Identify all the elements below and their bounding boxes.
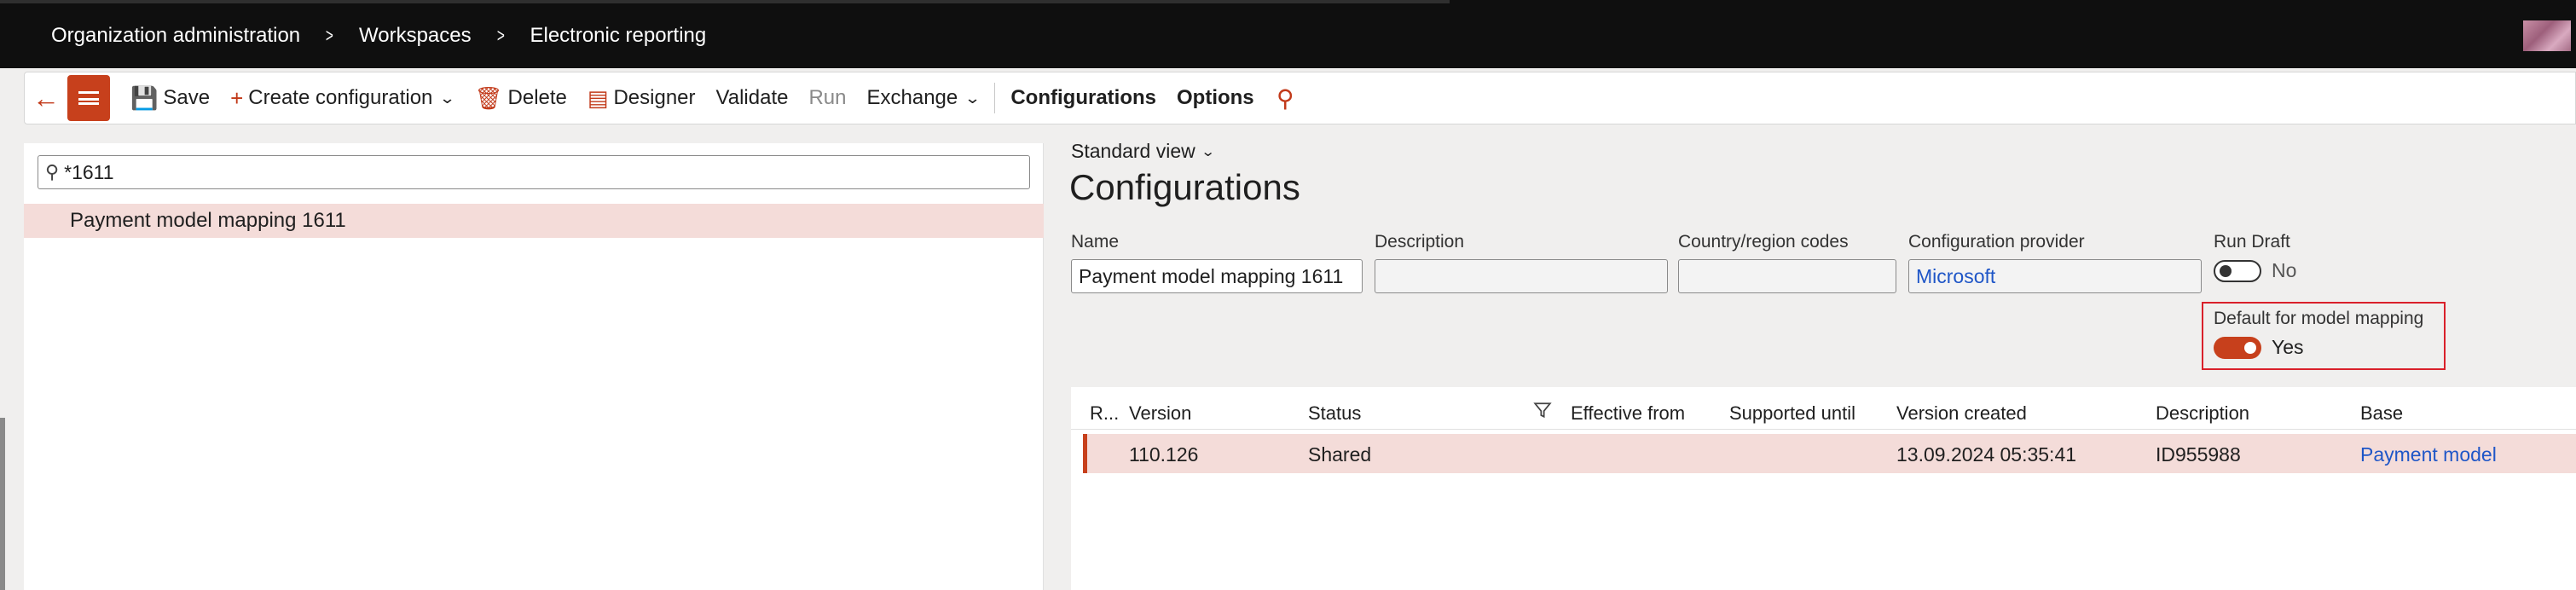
run-draft-toggle[interactable]	[2214, 259, 2261, 282]
run-button[interactable]: Run	[798, 74, 856, 122]
versions-grid-header: R... Version Status Effective from Suppo…	[1071, 396, 2576, 430]
breadcrumb-item-organization-administration[interactable]: Organization administration	[51, 24, 300, 48]
save-label: Save	[163, 86, 211, 109]
delete-button[interactable]: 🗑 Delete	[465, 74, 577, 122]
action-pane: ← 💾 Save + Create configuration ⌄ 🗑 Dele…	[24, 72, 2576, 124]
description-field: Description	[1375, 232, 1668, 293]
column-header-status[interactable]: Status	[1308, 402, 1361, 425]
delete-label: Delete	[507, 86, 567, 109]
trash-icon: 🗑	[474, 84, 503, 111]
country-region-field: Country/region codes	[1678, 232, 1896, 293]
run-draft-label: Run Draft	[2214, 232, 2290, 252]
hamburger-icon	[78, 91, 99, 105]
designer-label: Designer	[613, 86, 696, 109]
configuration-provider-link[interactable]: Microsoft	[1908, 259, 2202, 293]
name-input[interactable]: Payment model mapping 1611	[1071, 259, 1363, 293]
name-field: Name Payment model mapping 1611	[1071, 232, 1363, 293]
name-label: Name	[1071, 232, 1120, 252]
exchange-label: Exchange	[866, 86, 958, 109]
left-edge-scrollbar[interactable]	[0, 418, 5, 590]
back-button[interactable]: ←	[25, 74, 67, 122]
plus-icon: +	[230, 84, 244, 111]
chevron-right-icon: >	[496, 25, 505, 46]
run-draft-toggle-wrap: No	[2214, 259, 2384, 282]
run-label: Run	[808, 86, 847, 109]
configurations-tab[interactable]: Configurations	[1000, 74, 1166, 122]
search-icon: ⚲	[45, 161, 60, 182]
tree-filter-input[interactable]	[64, 160, 1003, 184]
toggle-knob	[2220, 264, 2232, 277]
column-header-version[interactable]: Version	[1129, 402, 1191, 425]
country-region-input[interactable]	[1678, 259, 1896, 293]
configuration-provider-label: Configuration provider	[1908, 232, 2085, 252]
view-selector[interactable]: Standard view ⌄	[1071, 140, 1216, 163]
description-label: Description	[1375, 232, 1465, 252]
designer-icon: ▤	[587, 84, 609, 111]
column-header-version-created[interactable]: Version created	[1896, 402, 2027, 425]
cell-version: 110.126	[1129, 443, 1199, 466]
list-item-label: Payment model mapping 1611	[70, 209, 346, 232]
table-row[interactable]: 110.126 Shared 13.09.2024 05:35:41 ID955…	[1083, 434, 2576, 473]
column-header-effective-from[interactable]: Effective from	[1571, 402, 1685, 425]
column-header-description[interactable]: Description	[2156, 402, 2249, 425]
country-region-label: Country/region codes	[1678, 232, 1849, 252]
view-selector-label: Standard view	[1071, 140, 1195, 162]
top-strip	[0, 0, 1450, 3]
cell-description: ID955988	[2156, 443, 2241, 466]
configuration-provider-field: Configuration provider Microsoft	[1908, 232, 2202, 293]
configurations-label: Configurations	[1010, 86, 1156, 109]
cell-base-link[interactable]: Payment model	[2360, 443, 2497, 466]
validate-label: Validate	[715, 86, 789, 109]
filter-icon[interactable]	[1533, 401, 1552, 419]
toolbar-divider	[994, 83, 996, 113]
column-header-supported-until[interactable]: Supported until	[1729, 402, 1855, 425]
save-icon: 💾	[130, 84, 159, 111]
breadcrumb-item-electronic-reporting[interactable]: Electronic reporting	[530, 24, 706, 48]
breadcrumb-item-workspaces[interactable]: Workspaces	[359, 24, 472, 48]
highlight-annotation-box	[2202, 302, 2446, 370]
save-button[interactable]: 💾 Save	[120, 74, 220, 122]
breadcrumb: Organization administration > Workspaces…	[51, 24, 706, 48]
list-item[interactable]: Payment model mapping 1611	[24, 204, 1044, 238]
configuration-tree-panel: ⚲ Payment model mapping 1611	[24, 143, 1044, 590]
avatar[interactable]	[2523, 20, 2571, 51]
run-draft-value: No	[2272, 259, 2297, 281]
column-header-r[interactable]: R...	[1090, 402, 1119, 425]
top-navigation-bar: Organization administration > Workspaces…	[0, 0, 2576, 68]
cell-version-created: 13.09.2024 05:35:41	[1896, 443, 2077, 466]
page-title: Configurations	[1069, 167, 1300, 207]
arrow-left-icon: ←	[32, 82, 60, 113]
create-configuration-button[interactable]: + Create configuration ⌄	[220, 74, 464, 122]
exchange-button[interactable]: Exchange ⌄	[857, 74, 990, 122]
chevron-right-icon: >	[326, 25, 334, 46]
run-draft-field: Run Draft No	[2214, 232, 2384, 282]
cell-status: Shared	[1308, 443, 1372, 466]
menu-button[interactable]	[67, 75, 110, 121]
options-tab[interactable]: Options	[1166, 74, 1265, 122]
validate-button[interactable]: Validate	[706, 74, 799, 122]
designer-button[interactable]: ▤ Designer	[577, 74, 706, 122]
chevron-down-icon: ⌄	[1200, 144, 1216, 159]
tree-filter: ⚲	[38, 155, 1030, 189]
versions-grid: R... Version Status Effective from Suppo…	[1071, 387, 2576, 590]
description-input[interactable]	[1375, 259, 1668, 293]
column-header-base[interactable]: Base	[2360, 402, 2403, 425]
options-label: Options	[1177, 86, 1254, 109]
search-icon[interactable]: ⚲	[1265, 84, 1306, 113]
chevron-down-icon: ⌄	[964, 89, 981, 107]
create-configuration-label: Create configuration	[248, 86, 433, 109]
chevron-down-icon: ⌄	[439, 89, 456, 107]
